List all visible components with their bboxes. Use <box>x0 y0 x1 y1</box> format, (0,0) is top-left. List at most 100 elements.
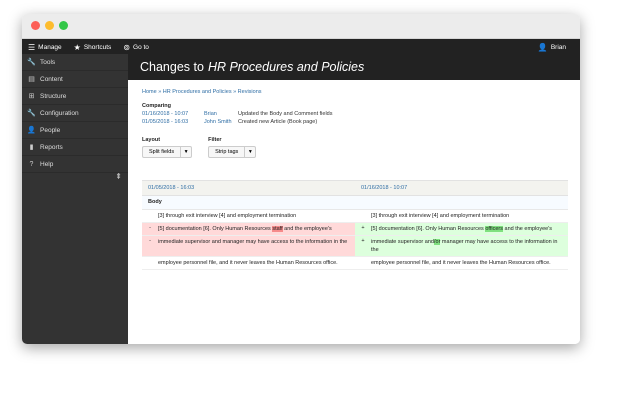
chevron-down-icon: ▼ <box>180 147 191 157</box>
diff-right-cell: + immediate supervisor and/or manager ma… <box>355 236 568 256</box>
diff-left-revision-link[interactable]: 01/05/2018 - 16:03 <box>142 181 355 195</box>
diff-minus-marker: - <box>149 238 151 244</box>
diff-text-part: [5] documentation [6]. Only Human Resour… <box>371 226 486 232</box>
sidebar-item-reports[interactable]: ▮ Reports <box>22 139 128 156</box>
sidebar-item-label: People <box>40 126 61 134</box>
diff-left-text: employee personnel file, and it never le… <box>158 260 338 266</box>
filter-select[interactable]: Strip tags ▼ <box>208 146 257 158</box>
admin-toolbar: ☰ Manage ★ Shortcuts ⊚ Go to 👤 Brian <box>22 39 580 55</box>
toolbar-user[interactable]: 👤 Brian <box>538 39 566 55</box>
goto-icon: ⊚ <box>123 42 131 52</box>
zoom-window-button[interactable] <box>59 21 68 30</box>
diff-right-cell: + [5] documentation [6]. Only Human Reso… <box>355 223 568 235</box>
sidebar-item-tools[interactable]: 🔧 Tools <box>22 54 128 71</box>
revision-row: 01/05/2018 - 16:03 John Smith Created ne… <box>142 119 580 125</box>
sidebar-item-content[interactable]: ▤ Content <box>22 71 128 88</box>
diff-left-text: [3] through exit interview [4] and emplo… <box>158 213 297 219</box>
menu-icon: ☰ <box>28 42 36 52</box>
diff-row: [3] through exit interview [4] and emplo… <box>142 210 568 223</box>
admin-sidebar: 🔧 Tools ▤ Content ⊞ Structure 🔧 Configur… <box>22 54 128 344</box>
revision-row: 01/16/2018 - 10:07 Brian Updated the Bod… <box>142 111 580 117</box>
close-window-button[interactable] <box>31 21 40 30</box>
diff-left-text: [5] documentation [6]. Only Human Resour… <box>158 225 348 233</box>
diff-added-word: officers <box>485 226 503 232</box>
window-chrome <box>22 14 580 39</box>
revision-user-link[interactable]: Brian <box>204 111 238 117</box>
diff-marker <box>355 212 371 220</box>
diff-left-cell: [3] through exit interview [4] and emplo… <box>142 210 355 222</box>
diff-left-text: immediate supervisor and manager may hav… <box>158 239 348 245</box>
revision-date-link[interactable]: 01/16/2018 - 10:07 <box>142 111 204 117</box>
revision-user-link[interactable]: John Smith <box>204 119 238 125</box>
diff-right-text: [3] through exit interview [4] and emplo… <box>371 213 510 219</box>
sidebar-item-label: Reports <box>40 143 63 151</box>
diff-plus-marker: + <box>361 225 365 231</box>
page-title-prefix: Changes to <box>140 60 204 74</box>
toolbar-shortcuts[interactable]: ★ Shortcuts <box>74 43 112 52</box>
chevron-down-icon: ▼ <box>244 147 255 157</box>
breadcrumb[interactable]: Home » HR Procedures and Policies » Revi… <box>142 89 580 95</box>
diff-plus-marker: + <box>361 238 365 244</box>
toolbar-shortcuts-label: Shortcuts <box>83 43 112 51</box>
revision-date-link[interactable]: 01/05/2018 - 16:03 <box>142 119 204 125</box>
user-icon: 👤 <box>537 42 548 52</box>
main-content: Changes to HR Procedures and Policies Ho… <box>128 54 580 344</box>
diff-text-part: and the employee's <box>282 226 332 232</box>
revision-message: Updated the Body and Comment fields <box>238 111 333 117</box>
bar-chart-icon: ▮ <box>29 144 34 151</box>
sitemap-icon: ⊞ <box>28 93 35 100</box>
diff-options: Layout Split fields ▼ Filter Strip tags … <box>142 137 580 158</box>
toolbar-manage-label: Manage <box>38 43 62 51</box>
layout-select-value: Split fields <box>149 149 175 155</box>
star-icon: ★ <box>73 42 81 52</box>
diff-row: employee personnel file, and it never le… <box>142 257 568 270</box>
diff-right-text: employee personnel file, and it never le… <box>371 260 551 266</box>
page-title-node: HR Procedures and Policies <box>207 60 365 74</box>
diff-left-cell: employee personnel file, and it never le… <box>142 257 355 269</box>
browser-window: ☰ Manage ★ Shortcuts ⊚ Go to 👤 Brian 🔧 T… <box>22 14 580 344</box>
sidebar-item-label: Help <box>40 160 54 168</box>
diff-right-revision-link[interactable]: 01/16/2018 - 10:07 <box>355 181 568 195</box>
layout-filter: Layout Split fields ▼ <box>142 137 193 158</box>
filter-label: Filter <box>208 137 222 143</box>
diff-marker <box>142 259 158 267</box>
sidebar-item-help[interactable]: ? Help <box>22 156 128 173</box>
help-icon: ? <box>29 160 34 168</box>
sidebar-item-structure[interactable]: ⊞ Structure <box>22 88 128 105</box>
person-icon: 👤 <box>27 127 36 134</box>
comparing-label: Comparing <box>142 103 172 109</box>
page-title: Changes to HR Procedures and Policies <box>128 54 580 80</box>
file-icon: ▤ <box>28 76 35 83</box>
diff-deleted-word: staff <box>272 226 283 232</box>
diff-row: - [5] documentation [6]. Only Human Reso… <box>142 223 568 236</box>
diff-left-cell: - [5] documentation [6]. Only Human Reso… <box>142 223 355 235</box>
diff-table: 01/05/2018 - 16:03 01/16/2018 - 10:07 Bo… <box>142 180 568 270</box>
layout-label: Layout <box>142 137 161 143</box>
diff-minus-marker: - <box>149 225 151 231</box>
toolbar-user-label: Brian <box>550 43 566 51</box>
diff-text-part: and the employee's <box>502 226 553 232</box>
diff-right-cell: employee personnel file, and it never le… <box>355 257 568 269</box>
diff-right-cell: [3] through exit interview [4] and emplo… <box>355 210 568 222</box>
minimize-window-button[interactable] <box>45 21 54 30</box>
filter-select-value: Strip tags <box>215 149 239 155</box>
collapse-sidebar-icon[interactable]: ⇞ <box>115 172 122 181</box>
wrench-icon: 🔧 <box>27 59 36 66</box>
toolbar-manage[interactable]: ☰ Manage <box>28 43 62 52</box>
diff-field-name: Body <box>142 196 568 210</box>
diff-header: 01/05/2018 - 16:03 01/16/2018 - 10:07 <box>142 180 568 196</box>
diff-text-part: immediate supervisor and <box>371 239 434 245</box>
sidebar-item-people[interactable]: 👤 People <box>22 122 128 139</box>
toolbar-goto[interactable]: ⊚ Go to <box>123 43 149 52</box>
layout-select[interactable]: Split fields ▼ <box>142 146 193 158</box>
diff-marker <box>355 259 371 267</box>
sidebar-item-label: Tools <box>40 58 56 66</box>
sidebar-item-configuration[interactable]: 🔧 Configuration <box>22 105 128 122</box>
diff-row: - immediate supervisor and manager may h… <box>142 236 568 257</box>
filter-filter: Filter Strip tags ▼ <box>208 137 257 158</box>
sidebar-item-label: Content <box>40 75 63 83</box>
sidebar-item-label: Configuration <box>40 109 79 117</box>
diff-left-cell: - immediate supervisor and manager may h… <box>142 236 355 256</box>
sidebar-item-label: Structure <box>40 92 67 100</box>
diff-text-part: [5] documentation [6]. Only Human Resour… <box>158 226 273 232</box>
